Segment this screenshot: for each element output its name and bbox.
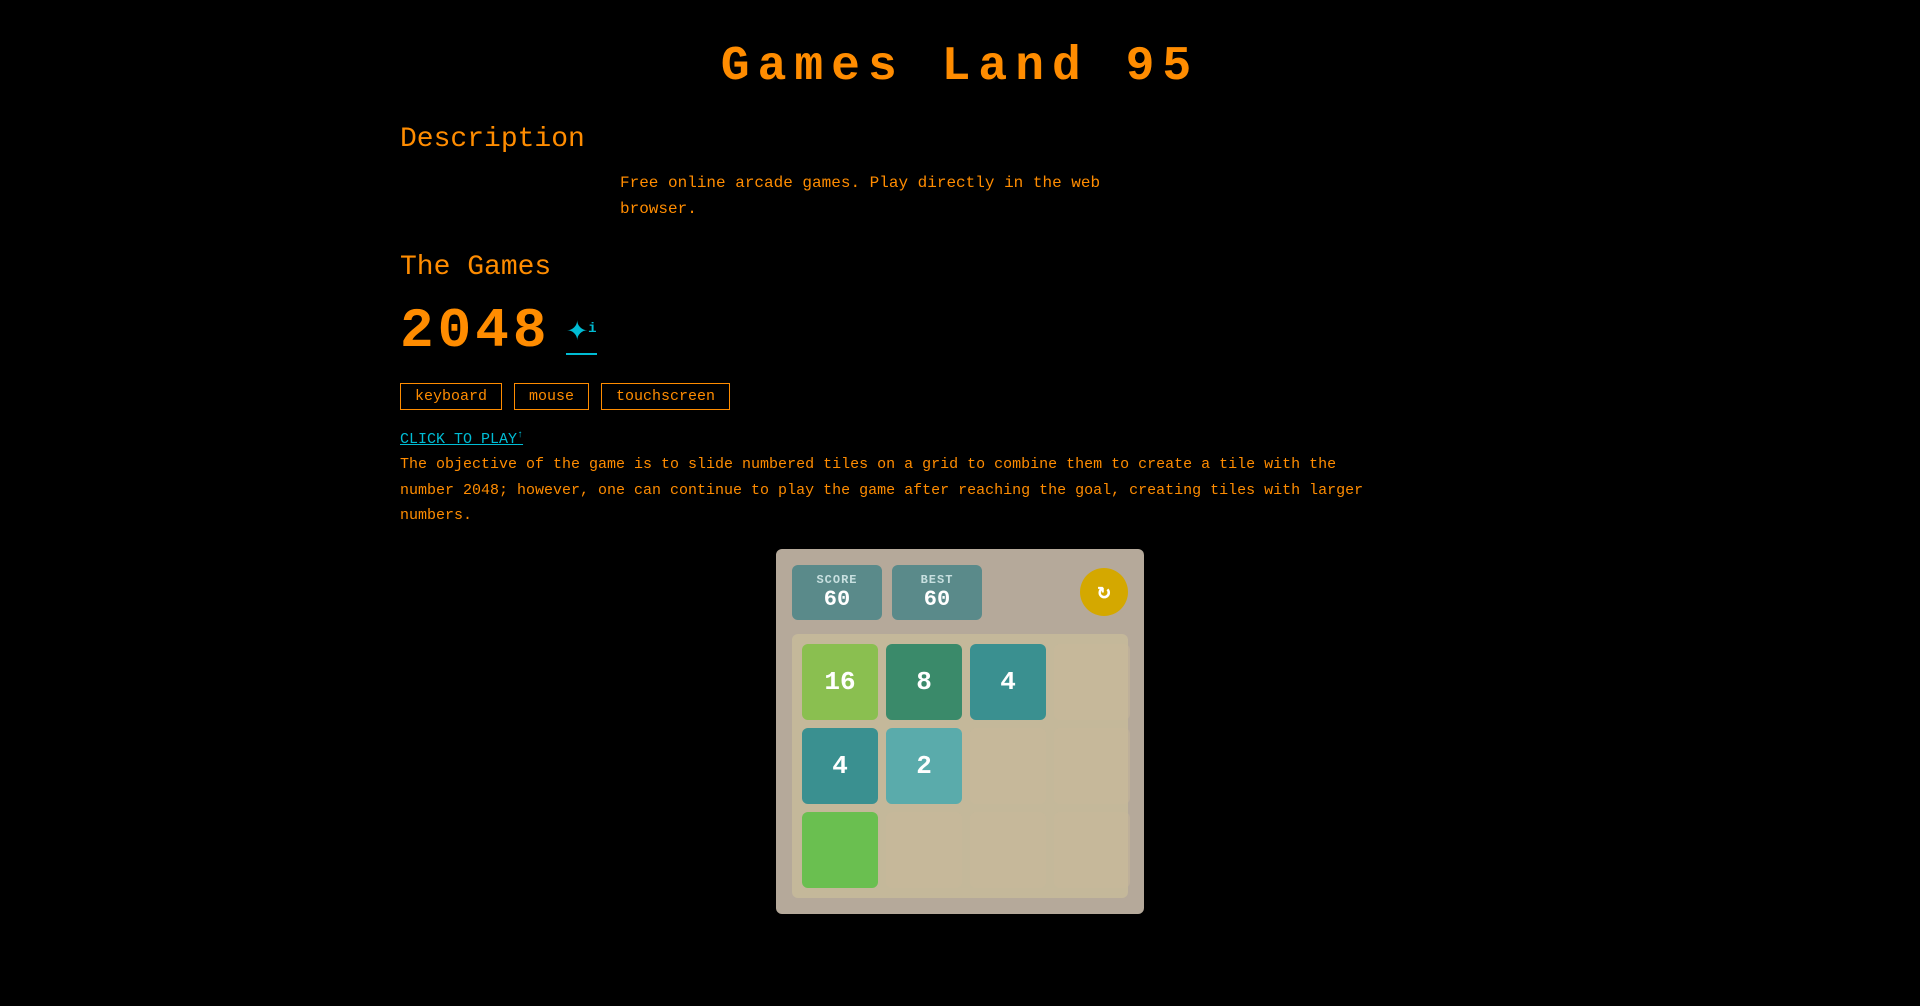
score-value: 60 (812, 587, 862, 612)
description-text: Free online arcade games. Play directly … (620, 171, 1520, 222)
best-label: BEST (912, 573, 962, 587)
tile-empty-r3c3 (970, 812, 1046, 888)
games-heading: The Games (400, 252, 1520, 283)
description-section: Description Free online arcade games. Pl… (400, 124, 1520, 222)
game-grid: 16 8 4 4 2 (792, 634, 1128, 898)
score-label: SCORE (812, 573, 862, 587)
games-section: The Games 2048 ✦i keyboard mouse touchsc… (400, 252, 1520, 914)
tag-keyboard: keyboard (400, 383, 502, 410)
tile-4-r1: 4 (970, 644, 1046, 720)
page-container: Games Land 95 Description Free online ar… (360, 0, 1560, 934)
game-preview-container: SCORE 60 BEST 60 ↻ 16 8 4 (400, 549, 1520, 914)
score-box: SCORE 60 (792, 565, 882, 620)
game-icon: ✦i (566, 308, 596, 355)
refresh-button[interactable]: ↻ (1080, 568, 1128, 616)
game-description: The objective of the game is to slide nu… (400, 452, 1370, 529)
refresh-icon: ↻ (1097, 579, 1110, 605)
game-preview: SCORE 60 BEST 60 ↻ 16 8 4 (776, 549, 1144, 914)
tile-empty-r2c4 (1054, 728, 1130, 804)
tile-empty-r1 (1054, 644, 1130, 720)
tile-2: 2 (886, 728, 962, 804)
tile-bottom-r3c1 (802, 812, 878, 888)
tile-empty-r2c3 (970, 728, 1046, 804)
click-to-play-link[interactable]: CLICK TO PLAY↑ (400, 431, 523, 448)
score-row: SCORE 60 BEST 60 ↻ (792, 565, 1128, 620)
site-title: Games Land 95 (400, 20, 1520, 124)
game-title-row: 2048 ✦i (400, 299, 1520, 363)
tile-empty-r3c4 (1054, 812, 1130, 888)
tile-8: 8 (886, 644, 962, 720)
tags-row: keyboard mouse touchscreen (400, 383, 1520, 410)
game-title: 2048 (400, 299, 550, 363)
tag-mouse: mouse (514, 383, 589, 410)
best-value: 60 (912, 587, 962, 612)
best-box: BEST 60 (892, 565, 982, 620)
description-heading: Description (400, 124, 1520, 155)
tile-4-r2: 4 (802, 728, 878, 804)
tag-touchscreen: touchscreen (601, 383, 730, 410)
click-to-play-row: CLICK TO PLAY↑ (400, 430, 1520, 448)
tile-16: 16 (802, 644, 878, 720)
tile-empty-r3c2 (886, 812, 962, 888)
